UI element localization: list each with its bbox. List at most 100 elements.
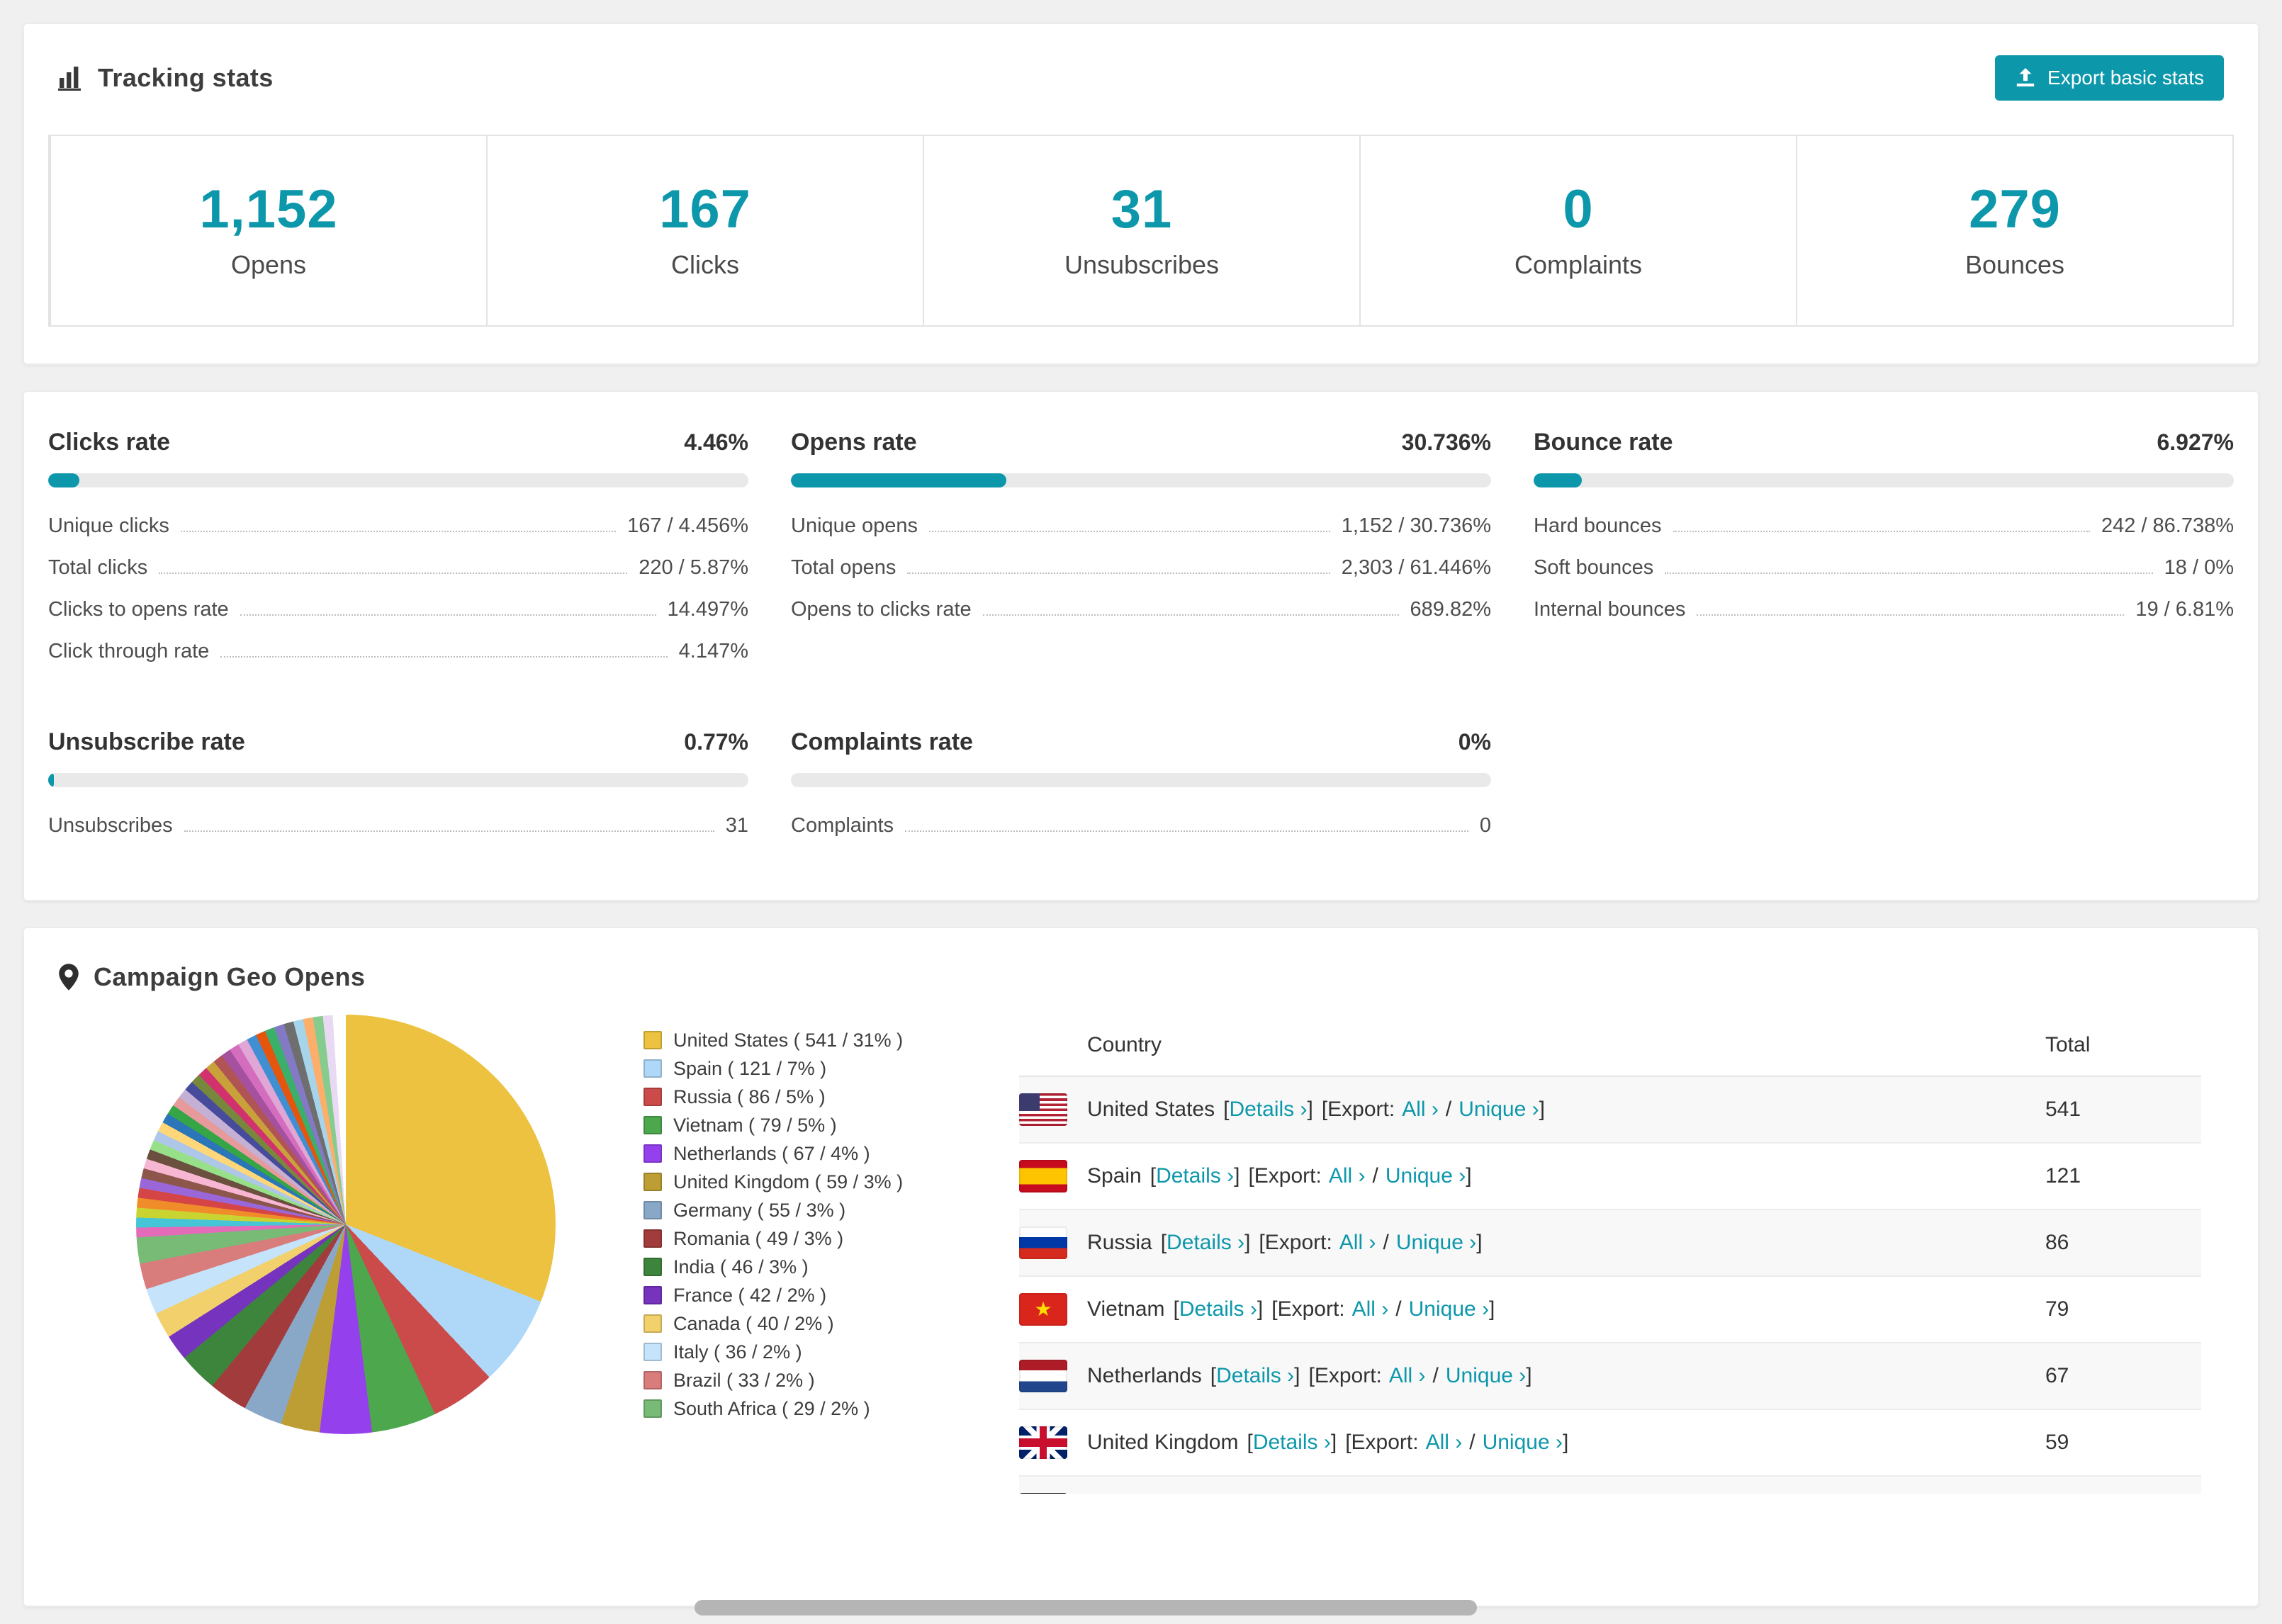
- geo-table-body: United States [Details ›] [Export: All ›…: [1019, 1077, 2201, 1494]
- rate-value: 4.46%: [684, 429, 748, 455]
- legend-item: Vietnam ( 79 / 5% ): [643, 1111, 962, 1139]
- country-name: Vietnam: [1087, 1297, 1165, 1321]
- stat-label: Bounces: [1965, 250, 2065, 279]
- country-total: 541: [2045, 1098, 2081, 1121]
- details-link[interactable]: Details ›: [1167, 1231, 1244, 1255]
- export-unique-link[interactable]: Unique ›: [1409, 1297, 1489, 1321]
- legend-item: South Africa ( 29 / 2% ): [643, 1394, 962, 1423]
- export-all-link[interactable]: All ›: [1352, 1297, 1389, 1321]
- legend-label: Netherlands ( 67 / 4% ): [673, 1142, 870, 1164]
- country-flag-icon: [1019, 1360, 1067, 1392]
- legend-swatch: [643, 1286, 662, 1304]
- stat-value: 1,152: [199, 179, 338, 239]
- summary-stats-row: 1,152 Opens 167 Clicks 31 Unsubscribes 0…: [48, 135, 2234, 327]
- details-link[interactable]: Details ›: [1216, 1364, 1294, 1388]
- details-link[interactable]: Details ›: [1179, 1297, 1257, 1321]
- country-name: Netherlands: [1087, 1364, 1202, 1387]
- legend-swatch: [643, 1201, 662, 1219]
- country-name: United States: [1087, 1098, 1215, 1121]
- country-row: Netherlands [Details ›] [Export: All › /…: [1019, 1343, 2201, 1410]
- country-row: Germany [Details ›] [Export: All › / Uni…: [1019, 1477, 2201, 1494]
- country-row: United States [Details ›] [Export: All ›…: [1019, 1077, 2201, 1144]
- bar-chart-icon: [58, 65, 84, 91]
- country-row: Spain [Details ›] [Export: All › / Uniqu…: [1019, 1144, 2201, 1210]
- stat-label: Clicks: [671, 250, 739, 279]
- country-row: Vietnam [Details ›] [Export: All › / Uni…: [1019, 1277, 2201, 1343]
- stat-row: Unique opens 1,152 / 30.736%: [791, 514, 1491, 537]
- country-total: 67: [2045, 1364, 2069, 1387]
- legend-label: India ( 46 / 3% ): [673, 1256, 809, 1278]
- stat-label: Complaints: [1514, 250, 1643, 279]
- geo-legend: United States ( 541 / 31% ) Spain ( 121 …: [643, 1026, 962, 1494]
- horizontal-scrollbar[interactable]: [695, 1600, 1477, 1615]
- export-unique-link[interactable]: Unique ›: [1396, 1231, 1476, 1255]
- rate-block-opens: Opens rate 30.736% Unique opens 1,152 / 3…: [791, 429, 1491, 672]
- unsubscribe-rate-progress-bar: [48, 773, 748, 787]
- stat-value: 167: [659, 179, 751, 239]
- export-icon: [2015, 67, 2036, 89]
- rate-block-clicks: Clicks rate 4.46% Unique clicks 167 / 4.4…: [48, 429, 748, 672]
- geo-table: Country Total United States [Details ›] …: [1019, 1015, 2201, 1494]
- details-link[interactable]: Details ›: [1253, 1431, 1331, 1455]
- rate-value: 0.77%: [684, 729, 748, 755]
- export-unique-link[interactable]: Unique ›: [1458, 1098, 1539, 1122]
- legend-swatch: [643, 1399, 662, 1418]
- export-unique-link[interactable]: Unique ›: [1446, 1364, 1526, 1388]
- legend-item: Germany ( 55 / 3% ): [643, 1196, 962, 1224]
- export-all-link[interactable]: All ›: [1426, 1431, 1463, 1455]
- country-total: 86: [2045, 1231, 2069, 1254]
- country-flag-icon: [1019, 1293, 1067, 1326]
- stat-value: 279: [1969, 179, 2061, 239]
- rate-value: 0%: [1458, 729, 1491, 755]
- export-unique-link[interactable]: Unique ›: [1386, 1164, 1466, 1188]
- country-column-header: Country: [1087, 1033, 1162, 1056]
- legend-item: France ( 42 / 2% ): [643, 1281, 962, 1309]
- legend-item: United Kingdom ( 59 / 3% ): [643, 1168, 962, 1196]
- legend-item: Spain ( 121 / 7% ): [643, 1054, 962, 1083]
- clicks-rate-progress-bar: [48, 473, 748, 487]
- legend-swatch: [643, 1258, 662, 1276]
- stat-row: Opens to clicks rate 689.82%: [791, 598, 1491, 621]
- rate-block-unsubscribe: Unsubscribe rate 0.77% Unsubscribes 31: [48, 728, 748, 846]
- stat-cell: 167 Clicks: [486, 136, 923, 325]
- complaints-rate-progress-bar: [791, 773, 1491, 787]
- rates-card: Clicks rate 4.46% Unique clicks 167 / 4.4…: [23, 390, 2259, 901]
- stat-value: 0: [1563, 179, 1594, 239]
- legend-item: Canada ( 40 / 2% ): [643, 1309, 962, 1338]
- stat-row: Complaints 0: [791, 814, 1491, 837]
- tracking-stats-page: Tracking stats Export basic stats 1,152 …: [0, 0, 2282, 1624]
- rate-title: Complaints rate: [791, 728, 973, 755]
- stat-row: Total clicks 220 / 5.87%: [48, 556, 748, 579]
- details-link[interactable]: Details ›: [1156, 1164, 1234, 1188]
- legend-label: Brazil ( 33 / 2% ): [673, 1369, 815, 1391]
- country-row: Russia [Details ›] [Export: All › / Uniq…: [1019, 1210, 2201, 1277]
- country-flag-icon: [1019, 1160, 1067, 1192]
- stat-row: Soft bounces 18 / 0%: [1534, 556, 2234, 579]
- details-link[interactable]: Details ›: [1229, 1098, 1307, 1122]
- total-column-header: Total: [2045, 1033, 2091, 1056]
- map-pin-icon: [58, 964, 79, 991]
- stat-cell: 279 Bounces: [1796, 136, 2232, 325]
- geo-pie-wrap: [136, 1015, 556, 1494]
- legend-item: Italy ( 36 / 2% ): [643, 1338, 962, 1366]
- export-all-link[interactable]: All ›: [1329, 1164, 1366, 1188]
- rate-block-bounce: Bounce rate 6.927% Hard bounces 242 / 86.…: [1534, 429, 2234, 672]
- legend-swatch: [643, 1031, 662, 1049]
- legend-swatch: [643, 1059, 662, 1078]
- country-total: 121: [2045, 1164, 2081, 1188]
- export-basic-stats-button[interactable]: Export basic stats: [1995, 55, 2224, 101]
- legend-label: France ( 42 / 2% ): [673, 1284, 827, 1306]
- geo-opens-title: Campaign Geo Opens: [94, 962, 366, 991]
- tracking-stats-card: Tracking stats Export basic stats 1,152 …: [23, 23, 2259, 365]
- export-unique-link[interactable]: Unique ›: [1483, 1431, 1563, 1455]
- legend-swatch: [643, 1314, 662, 1333]
- campaign-geo-opens-card: Campaign Geo Opens United States ( 541 /…: [23, 927, 2259, 1607]
- country-flag-icon: [1019, 1493, 1067, 1494]
- export-all-link[interactable]: All ›: [1402, 1098, 1439, 1122]
- export-all-link[interactable]: All ›: [1389, 1364, 1426, 1388]
- country-name: Spain: [1087, 1164, 1142, 1188]
- country-flag-icon: [1019, 1227, 1067, 1259]
- legend-swatch: [643, 1229, 662, 1248]
- export-all-link[interactable]: All ›: [1339, 1231, 1376, 1255]
- stat-label: Opens: [230, 250, 307, 279]
